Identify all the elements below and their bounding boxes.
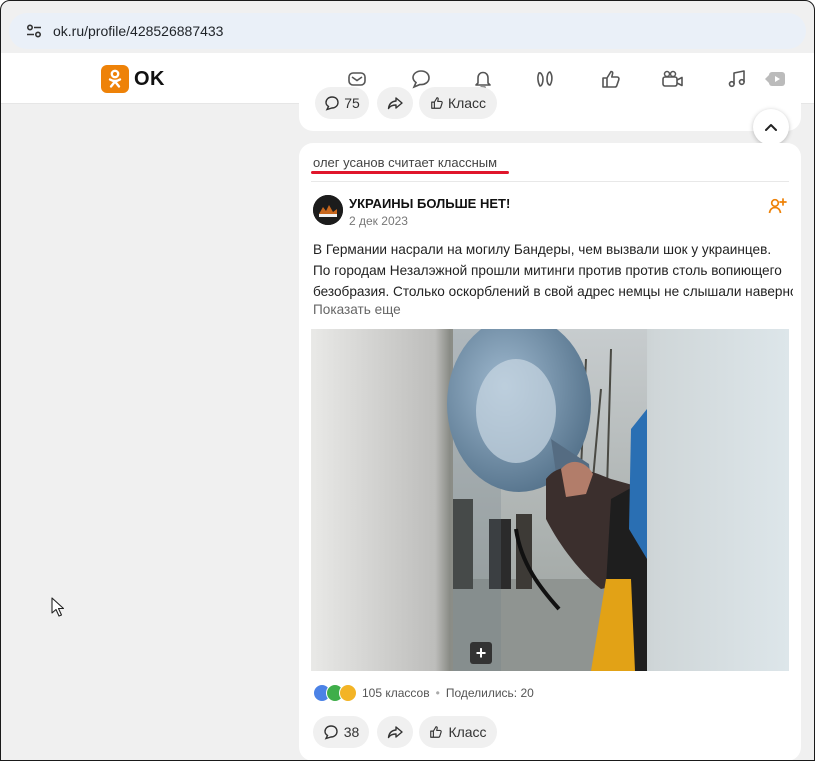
share-button[interactable] xyxy=(377,87,413,119)
comment-count: 38 xyxy=(343,724,360,740)
shares-count[interactable]: Поделились: 20 xyxy=(446,686,534,700)
reaction-wow-icon xyxy=(339,684,357,702)
add-friend-icon[interactable] xyxy=(767,196,787,216)
previous-post-actions: 75 Класс xyxy=(299,87,801,131)
post-text-line: безобразия. Столько оскорблений в свой а… xyxy=(313,284,793,299)
like-icon xyxy=(430,726,443,738)
show-more-link[interactable]: Показать еще xyxy=(313,302,401,317)
url-text[interactable]: ok.ru/profile/428526887433 xyxy=(53,23,223,39)
post-card: олег усанов считает классным УКРАИНЫ БОЛ… xyxy=(299,143,801,760)
ok-logo[interactable]: OK xyxy=(101,65,165,93)
comment-button[interactable]: 75 xyxy=(315,87,369,119)
ok-logo-text: OK xyxy=(134,67,165,90)
mouse-cursor-icon xyxy=(51,597,65,617)
annotation-underline xyxy=(311,171,509,174)
add-video-button[interactable]: + xyxy=(470,642,492,664)
share-button[interactable] xyxy=(377,716,413,748)
group-name[interactable]: УКРАИНЫ БОЛЬШЕ НЕТ! xyxy=(349,196,510,211)
like-label: Класс xyxy=(447,95,487,111)
separator-dot: • xyxy=(435,686,440,700)
comment-button[interactable]: 38 xyxy=(313,716,369,748)
comment-icon xyxy=(324,725,338,740)
video-frame-image xyxy=(447,329,647,671)
comment-icon xyxy=(325,96,339,111)
group-avatar[interactable] xyxy=(313,195,343,225)
browser-window: ok.ru/profile/428526887433 OK 75 Класс о… xyxy=(0,0,815,761)
post-date[interactable]: 2 дек 2023 xyxy=(349,214,408,228)
music-icon[interactable] xyxy=(725,67,749,91)
chevron-up-icon xyxy=(765,124,777,131)
share-icon xyxy=(387,726,403,739)
share-icon xyxy=(387,97,403,110)
guests-icon[interactable] xyxy=(533,67,557,91)
like-icon xyxy=(431,97,443,109)
liked-by-text[interactable]: олег усанов считает классным xyxy=(313,155,497,170)
site-settings-icon[interactable] xyxy=(23,20,45,42)
games-icon[interactable] xyxy=(763,67,787,91)
like-button[interactable]: Класс xyxy=(419,87,497,119)
like-button[interactable]: Класс xyxy=(419,716,497,748)
divider xyxy=(311,181,789,182)
scroll-to-top-button[interactable] xyxy=(753,109,789,145)
post-text-line: В Германии насрали на могилу Бандеры, че… xyxy=(313,242,772,257)
comment-count: 75 xyxy=(344,95,360,111)
address-bar[interactable]: ok.ru/profile/428526887433 xyxy=(9,13,806,49)
post-text-line: По городам Незалэжной прошли митинги про… xyxy=(313,263,782,278)
post-text: В Германии насрали на могилу Бандеры, че… xyxy=(313,239,793,302)
like-label: Класс xyxy=(448,724,487,740)
post-video-thumbnail[interactable]: + xyxy=(311,329,789,671)
classes-count[interactable]: 105 классов xyxy=(362,686,430,700)
ok-logo-icon xyxy=(101,65,129,93)
video-icon[interactable] xyxy=(661,67,685,91)
likes-icon[interactable] xyxy=(599,67,623,91)
reactions-summary[interactable]: 105 классов • Поделились: 20 xyxy=(313,684,534,702)
